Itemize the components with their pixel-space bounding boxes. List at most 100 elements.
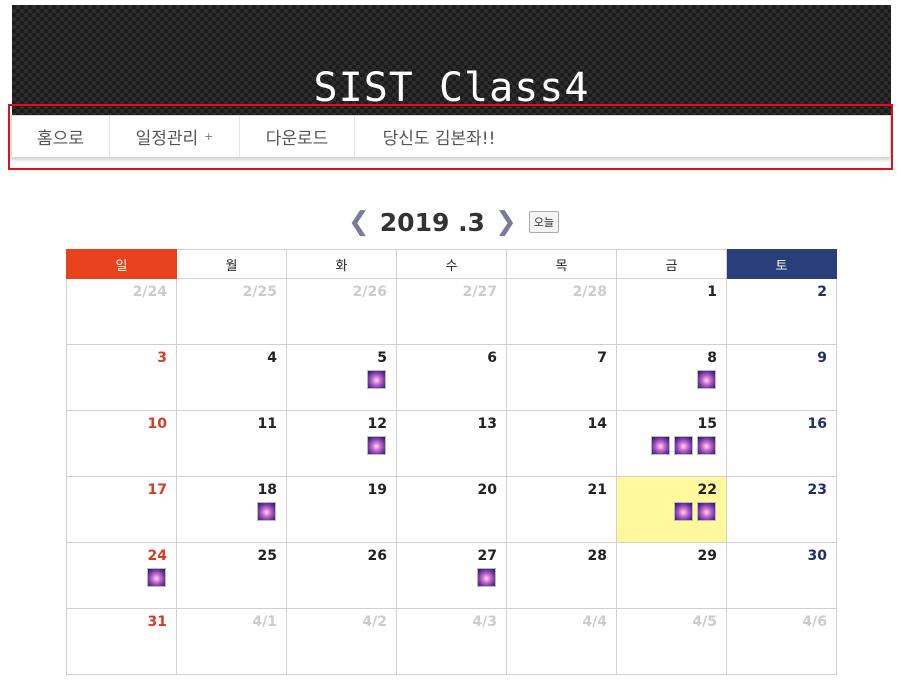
- day-number: 2/28: [572, 284, 607, 300]
- day-number: 11: [257, 416, 277, 432]
- day-cell[interactable]: 4/3: [396, 608, 507, 675]
- event-list: [67, 568, 176, 587]
- day-number: 18: [257, 482, 277, 498]
- weekday-row: 일 월 화 수 목 금 토: [66, 249, 837, 279]
- day-cell[interactable]: 2/24: [66, 278, 177, 345]
- day-number: 4/1: [252, 614, 277, 630]
- event-list: [617, 370, 726, 389]
- week-row: 24 25 26 27 28 29 30: [66, 542, 837, 609]
- day-number: 8: [707, 350, 717, 366]
- day-cell[interactable]: 2/25: [176, 278, 287, 345]
- day-number: 2/24: [132, 284, 167, 300]
- event-thumbnail-icon[interactable]: [477, 568, 496, 587]
- day-number: 16: [807, 416, 827, 432]
- day-cell[interactable]: 10: [66, 410, 177, 477]
- day-number: 26: [367, 548, 387, 564]
- day-cell[interactable]: 31: [66, 608, 177, 675]
- day-cell[interactable]: 28: [506, 542, 617, 609]
- nav-highlight-box: [8, 104, 893, 170]
- weekday-header-wed: 수: [396, 249, 507, 279]
- today-button[interactable]: 오늘: [528, 211, 560, 233]
- day-number: 23: [807, 482, 827, 498]
- calendar-title: 2019 .3: [379, 207, 485, 237]
- day-cell[interactable]: 12: [286, 410, 397, 477]
- day-cell[interactable]: 20: [396, 476, 507, 543]
- day-cell[interactable]: 6: [396, 344, 507, 411]
- day-cell[interactable]: 13: [396, 410, 507, 477]
- site-banner: SIST Class4: [12, 5, 891, 115]
- day-cell[interactable]: 2/28: [506, 278, 617, 345]
- day-number: 2/27: [462, 284, 497, 300]
- event-thumbnail-icon[interactable]: [697, 502, 716, 521]
- day-number: 1: [707, 284, 717, 300]
- day-cell[interactable]: 4: [176, 344, 287, 411]
- day-cell[interactable]: 25: [176, 542, 287, 609]
- day-cell[interactable]: 22: [616, 476, 727, 543]
- day-cell[interactable]: 21: [506, 476, 617, 543]
- day-cell[interactable]: 8: [616, 344, 727, 411]
- day-cell[interactable]: 30: [726, 542, 837, 609]
- day-number: 25: [257, 548, 277, 564]
- day-number: 29: [697, 548, 717, 564]
- event-thumbnail-icon[interactable]: [674, 502, 693, 521]
- day-number: 10: [147, 416, 167, 432]
- day-cell[interactable]: 5: [286, 344, 397, 411]
- day-number: 14: [587, 416, 607, 432]
- event-thumbnail-icon[interactable]: [651, 436, 670, 455]
- day-number: 4: [267, 350, 277, 366]
- day-cell[interactable]: 23: [726, 476, 837, 543]
- event-thumbnail-icon[interactable]: [674, 436, 693, 455]
- day-cell[interactable]: 27: [396, 542, 507, 609]
- day-cell[interactable]: 4/1: [176, 608, 287, 675]
- day-number: 20: [477, 482, 497, 498]
- day-cell[interactable]: 26: [286, 542, 397, 609]
- day-number: 4/5: [692, 614, 717, 630]
- day-cell[interactable]: 4/2: [286, 608, 397, 675]
- weekday-header-sat: 토: [726, 249, 837, 279]
- day-cell[interactable]: 11: [176, 410, 287, 477]
- next-month-icon[interactable]: ❯: [489, 207, 523, 237]
- day-number: 31: [147, 614, 167, 630]
- event-thumbnail-icon[interactable]: [697, 436, 716, 455]
- day-number: 2: [817, 284, 827, 300]
- day-number: 24: [147, 548, 167, 564]
- day-cell[interactable]: 16: [726, 410, 837, 477]
- event-thumbnail-icon[interactable]: [367, 370, 386, 389]
- day-number: 13: [477, 416, 497, 432]
- day-cell[interactable]: 7: [506, 344, 617, 411]
- day-cell[interactable]: 4/6: [726, 608, 837, 675]
- day-cell[interactable]: 18: [176, 476, 287, 543]
- event-list: [287, 436, 396, 455]
- day-number: 2/26: [352, 284, 387, 300]
- event-thumbnail-icon[interactable]: [697, 370, 716, 389]
- day-number: 4/4: [582, 614, 607, 630]
- day-cell[interactable]: 1: [616, 278, 727, 345]
- day-cell[interactable]: 19: [286, 476, 397, 543]
- day-number: 4/6: [802, 614, 827, 630]
- day-number: 4/2: [362, 614, 387, 630]
- event-list: [287, 370, 396, 389]
- week-row: 10 11 12 13 14 15 16: [66, 410, 837, 477]
- day-number: 27: [477, 548, 497, 564]
- day-number: 17: [147, 482, 167, 498]
- event-thumbnail-icon[interactable]: [147, 568, 166, 587]
- day-cell[interactable]: 2/27: [396, 278, 507, 345]
- day-cell[interactable]: 4/5: [616, 608, 727, 675]
- event-list: [617, 502, 726, 521]
- day-cell[interactable]: 2/26: [286, 278, 397, 345]
- calendar-grid: 일 월 화 수 목 금 토 2/24 2/25 2/26 2/27 2/28 1 2 3 4 5 6…: [66, 249, 837, 675]
- day-cell[interactable]: 24: [66, 542, 177, 609]
- day-cell[interactable]: 4/4: [506, 608, 617, 675]
- day-cell[interactable]: 9: [726, 344, 837, 411]
- day-cell[interactable]: 17: [66, 476, 177, 543]
- day-cell[interactable]: 29: [616, 542, 727, 609]
- event-thumbnail-icon[interactable]: [367, 436, 386, 455]
- weekday-header-fri: 금: [616, 249, 727, 279]
- event-thumbnail-icon[interactable]: [257, 502, 276, 521]
- day-number: 2/25: [242, 284, 277, 300]
- prev-month-icon[interactable]: ❮: [342, 207, 376, 237]
- day-cell[interactable]: 15: [616, 410, 727, 477]
- day-cell[interactable]: 14: [506, 410, 617, 477]
- day-cell[interactable]: 3: [66, 344, 177, 411]
- day-cell[interactable]: 2: [726, 278, 837, 345]
